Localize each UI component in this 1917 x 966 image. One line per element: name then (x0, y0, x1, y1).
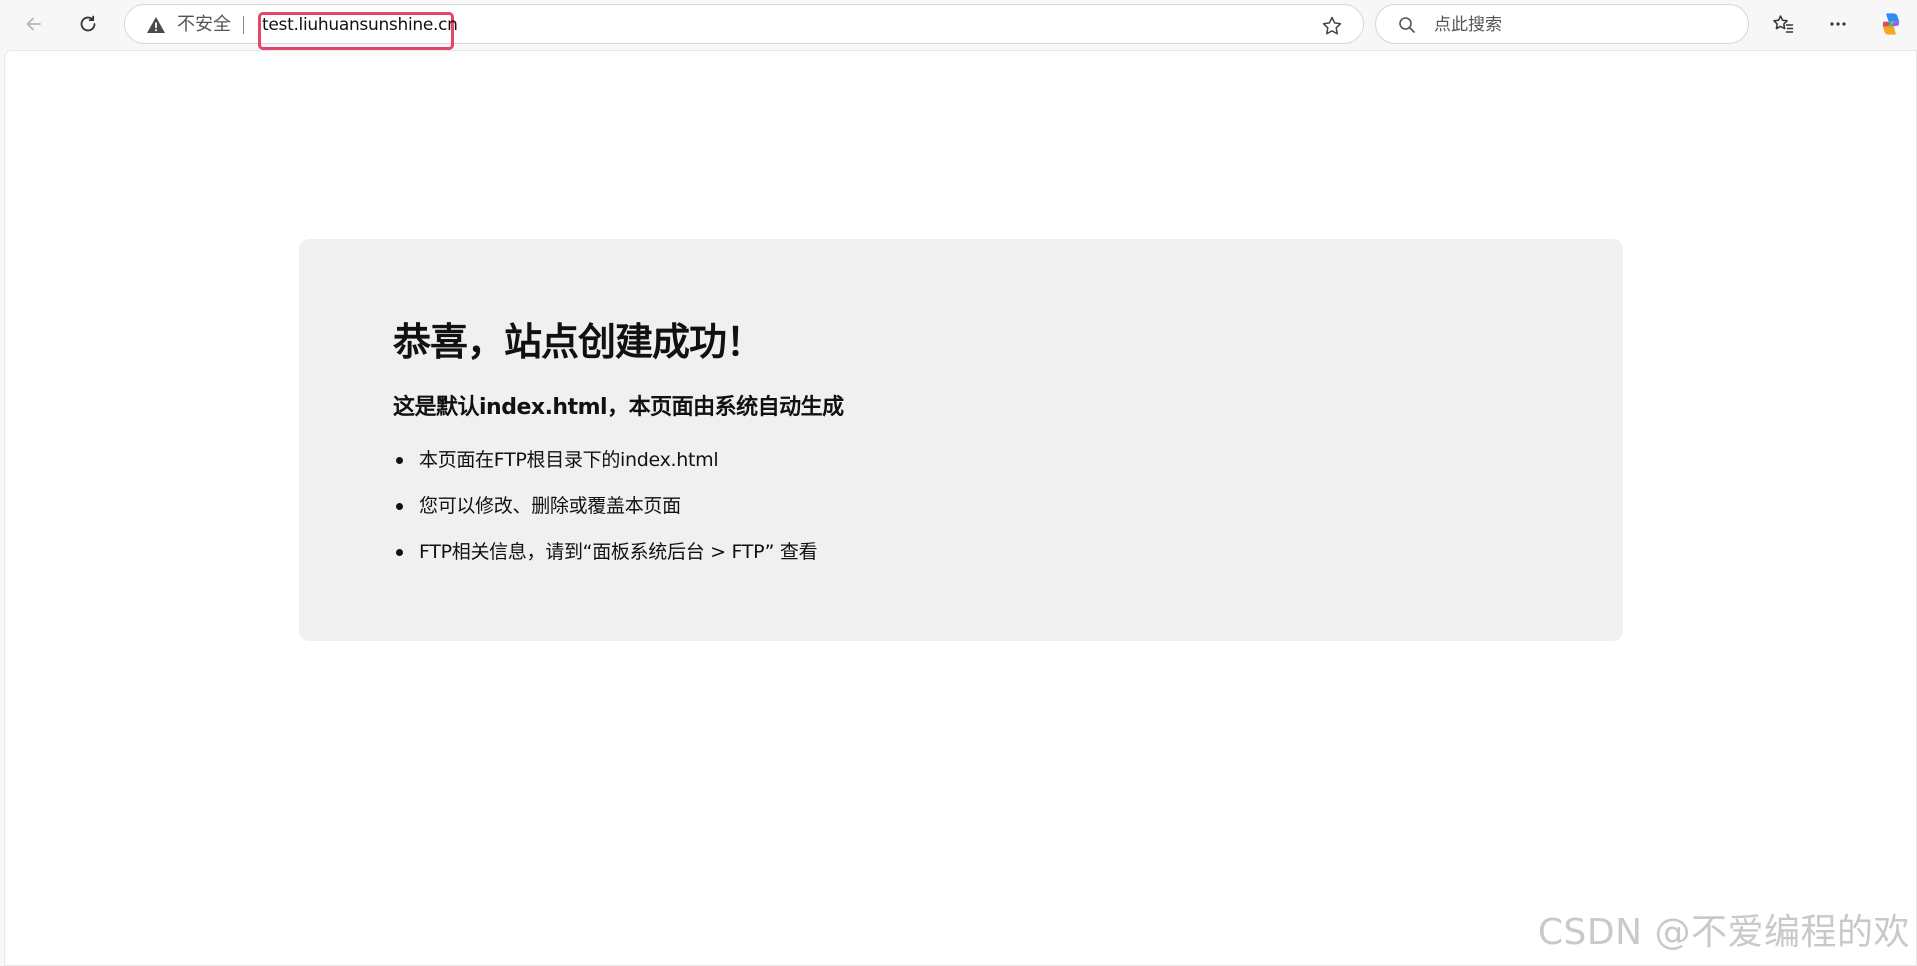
search-bar[interactable] (1375, 4, 1749, 44)
search-icon (1399, 17, 1415, 33)
warning-icon (147, 17, 165, 33)
bullet-icon (396, 549, 403, 556)
list-item-text: 您可以修改、删除或覆盖本页面 (419, 495, 681, 517)
address-separator (243, 16, 244, 34)
list-item-text: 本页面在FTP根目录下的index.html (419, 449, 719, 471)
info-list: 本页面在FTP根目录下的index.html 您可以修改、删除或覆盖本页面 FT… (393, 445, 818, 583)
csdn-watermark: CSDN @不爱编程的欢 (1537, 912, 1910, 953)
favorite-star-icon[interactable] (1321, 15, 1343, 37)
welcome-card: 恭喜，站点创建成功！ 这是默认index.html，本页面由系统自动生成 本页面… (299, 239, 1623, 641)
favorites-button[interactable] (1766, 7, 1800, 41)
security-label[interactable]: 不安全 (177, 15, 231, 35)
bullet-icon (396, 457, 403, 464)
list-item: FTP相关信息，请到“面板系统后台 > FTP” 查看 (393, 537, 818, 583)
back-arrow-icon (26, 17, 41, 31)
browser-toolbar: 不安全 test.liuhuansunshine.cn (0, 0, 1917, 50)
bullet-icon (396, 503, 403, 510)
address-bar[interactable]: 不安全 test.liuhuansunshine.cn (124, 4, 1364, 50)
copilot-icon (1882, 13, 1900, 35)
page-content: 恭喜，站点创建成功！ 这是默认index.html，本页面由系统自动生成 本页面… (4, 50, 1917, 966)
favorites-list-icon (1773, 15, 1794, 33)
search-input[interactable] (1434, 13, 1724, 37)
page-title: 恭喜，站点创建成功！ (393, 320, 764, 364)
refresh-icon (80, 15, 96, 32)
list-item: 您可以修改、删除或覆盖本页面 (393, 491, 817, 537)
page-subtitle: 这是默认index.html，本页面由系统自动生成 (393, 395, 844, 420)
more-options-button[interactable] (1821, 7, 1855, 41)
url-text[interactable]: test.liuhuansunshine.cn (262, 15, 458, 35)
list-item-text: FTP相关信息，请到“面板系统后台 > FTP” 查看 (419, 541, 818, 563)
list-item: 本页面在FTP根目录下的index.html (393, 445, 817, 491)
more-dots-icon (1830, 22, 1846, 26)
copilot-button[interactable] (1874, 7, 1908, 41)
refresh-button[interactable] (71, 7, 105, 41)
back-button[interactable] (17, 7, 51, 41)
